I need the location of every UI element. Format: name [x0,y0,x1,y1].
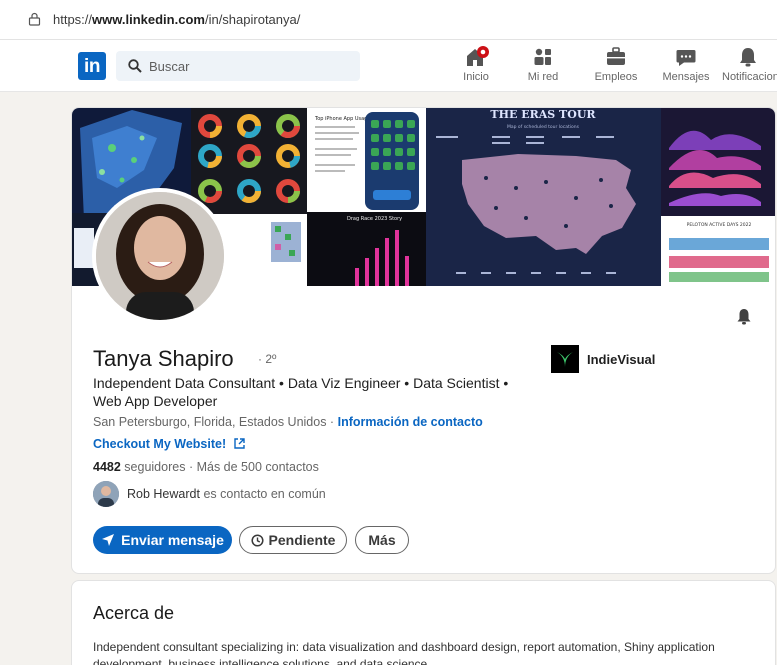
about-title: Acerca de [93,603,175,623]
top-nav: in Buscar Inicio Mi red Empleos Mensajes… [0,40,777,92]
nav-jobs[interactable]: Empleos [581,46,651,83]
website-link[interactable]: Checkout My Website! [93,437,245,451]
banner-eras-subtitle: Map of scheduled tour locations [507,124,580,130]
followers-label: seguidores [124,460,186,474]
bell-icon [740,48,756,67]
mutual-suffix: es contacto en común [203,487,326,501]
banner-eras-title: THE ERAS TOUR [490,108,596,121]
svg-text:PELOTON ACTIVE DAYS 2022: PELOTON ACTIVE DAYS 2022 [687,222,752,228]
profile-card: Men of Staten Island [71,107,776,574]
banner-phone-panel: Top iPhone App Usage Drag Race 2023 Stor… [307,108,426,286]
website-label: Checkout My Website! [93,437,227,451]
clock-icon [250,533,264,547]
svg-text:Top iPhone App Usage: Top iPhone App Usage [314,116,370,122]
nav-network[interactable]: Mi red [508,46,578,83]
banner-eras-panel: THE ERAS TOUR Map of scheduled tour loca… [426,108,661,286]
pending-button[interactable]: Pendiente [239,526,347,554]
banner-ridgeline-panel: PELOTON ACTIVE DAYS 2022 [661,108,775,286]
mutual-connection[interactable]: Rob Hewardt es contacto en común [93,481,326,507]
nav-home-label: Inicio [463,71,489,83]
lock-icon [28,12,41,26]
location-text: San Petersburgo, Florida, Estados Unidos… [93,415,335,429]
profile-name: Tanya Shapiro [93,346,234,371]
messaging-icon [676,50,696,66]
home-icon [467,46,489,66]
url-text[interactable]: https://www.linkedin.com/in/shapirotanya… [53,12,300,27]
svg-text:Drag Race 2023 Story: Drag Race 2023 Story [347,216,402,222]
address-bar[interactable]: https://www.linkedin.com/in/shapirotanya… [0,0,777,40]
nav-home[interactable]: Inicio [441,46,511,83]
about-section: Acerca de Independent consultant special… [71,580,776,665]
about-text: Independent consultant specializing in: … [93,640,715,665]
nav-notifications-label: Notificacion [722,71,777,83]
mutual-avatar [93,481,119,507]
nav-jobs-label: Empleos [594,71,638,83]
follow-bell-icon[interactable] [735,308,753,326]
linkedin-logo[interactable]: in [78,52,106,80]
pending-label: Pendiente [268,532,336,548]
more-button[interactable]: Más [355,526,409,554]
nav-network-label: Mi red [527,71,559,83]
send-message-label: Enviar mensaje [121,532,224,548]
nav-notifications[interactable]: Notificacion [710,46,777,83]
search-icon [128,59,142,73]
company-logo [551,345,579,373]
profile-photo[interactable] [92,188,228,324]
contact-info-link[interactable]: Información de contacto [338,415,483,429]
search-input[interactable]: Buscar [149,59,189,74]
profile-headline: Independent Data Consultant • Data Viz E… [93,375,509,409]
profile-location: San Petersburgo, Florida, Estados Unidos… [93,415,483,429]
connection-degree: · 2º [258,352,277,366]
follower-stats: 4482 seguidores · Más de 500 contactos [93,460,319,474]
briefcase-icon [607,47,625,65]
connections-count[interactable]: · Más de 500 contactos [189,460,319,474]
current-company[interactable]: IndieVisual [551,345,655,373]
mutual-name[interactable]: Rob Hewardt [127,487,200,501]
send-icon [102,534,115,546]
mutual-text: Rob Hewardt es contacto en común [127,487,326,501]
external-link-icon [233,438,245,449]
network-icon [534,48,551,65]
company-name: IndieVisual [587,351,656,367]
search-box[interactable]: Buscar [116,51,360,81]
followers-count: 4482 [93,460,121,474]
send-message-button[interactable]: Enviar mensaje [93,526,232,554]
